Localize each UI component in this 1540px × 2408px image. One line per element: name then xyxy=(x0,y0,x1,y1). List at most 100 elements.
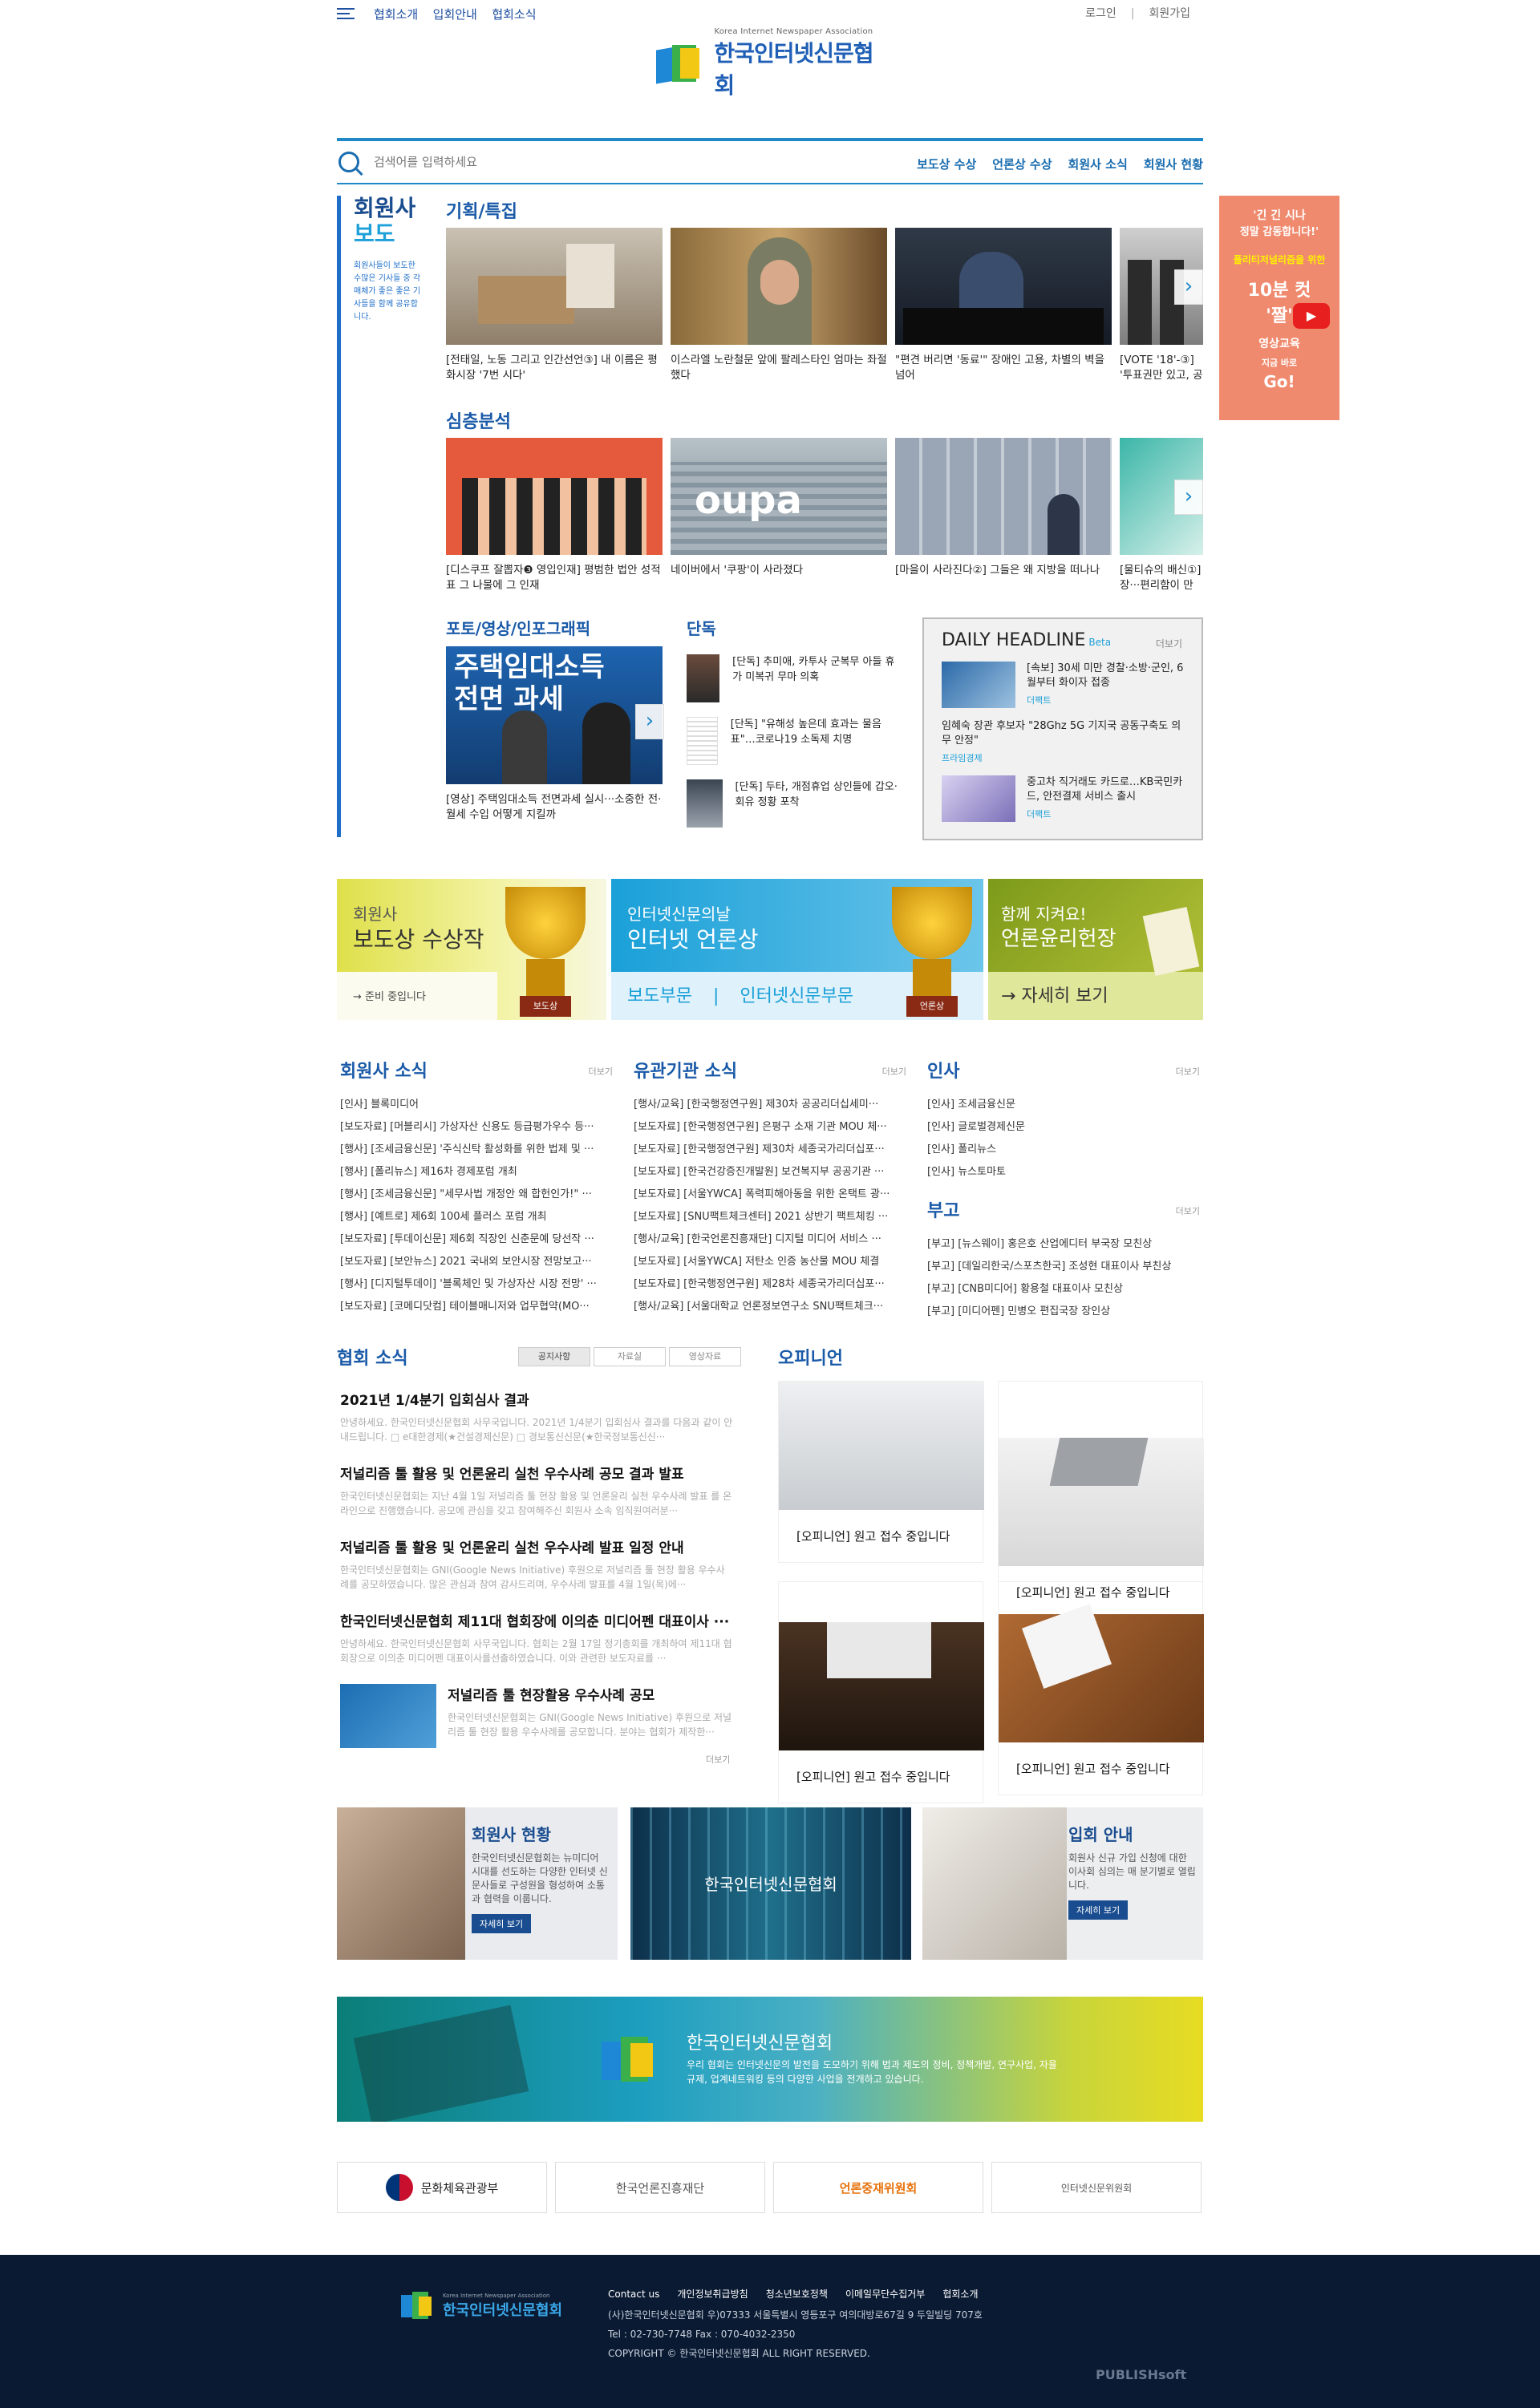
tab-library[interactable]: 자료실 xyxy=(594,1347,666,1366)
notice-item[interactable]: 저널리즘 툴 활용 및 언론윤리 실천 우수사례 발표 일정 안내 한국인터넷신문… xyxy=(340,1536,733,1610)
opinion-card[interactable]: [오피니언] 원고 접수 중입니다 xyxy=(998,1581,1204,1795)
agency-news-item[interactable]: [행사/교육] [한국행정연구원] 제30차 공공리더십세미··· xyxy=(634,1094,906,1116)
member-news-item[interactable]: [행사] [디지털투데이] '블록체인 및 가상자산 시장 전망' ··· xyxy=(340,1273,613,1296)
special-caption: [전태일, 노동 그리고 인간선언③] 내 이름은 평화시장 '7번 시다' xyxy=(446,354,658,382)
banner-sub-internet[interactable]: 인터넷신문부문 xyxy=(740,986,853,1006)
obituary-item[interactable]: [부고] [CNB미디어] 황용철 대표이사 모친상 xyxy=(927,1278,1200,1301)
banner-sub-press[interactable]: 보도부문 xyxy=(627,986,692,1006)
signup-link[interactable]: 회원가입 xyxy=(1149,7,1190,20)
exclusive-text: [단독] 추미애, 카투사 군복무 아들 휴가 미복귀 무마 의혹 xyxy=(732,656,895,683)
footer-contact[interactable]: Contact us xyxy=(608,2289,659,2300)
depth-card[interactable]: oupa 네이버에서 '쿠팡'이 사라졌다 xyxy=(671,438,887,595)
col-more[interactable]: 더보기 xyxy=(1176,1065,1200,1078)
personnel-item[interactable]: [인사] 폴리뉴스 xyxy=(927,1139,1200,1161)
quick-member-status[interactable]: 회원사 현황 xyxy=(1144,157,1203,172)
member-news-item[interactable]: [보도자료] [투데이신문] 제6회 직장인 신춘문예 당선작 ··· xyxy=(340,1228,613,1251)
quick-award[interactable]: 보도상 수상 xyxy=(917,157,976,172)
nav-about[interactable]: 협회소개 xyxy=(374,7,418,22)
logo-icon xyxy=(602,2037,666,2085)
agency-news-item[interactable]: [행사/교육] [한국언론진흥재단] 디지털 미디어 서비스 ··· xyxy=(634,1228,906,1251)
nav-news[interactable]: 협회소식 xyxy=(492,7,536,22)
member-news-item[interactable]: [행사] [폴리뉴스] 제16차 경제포럼 개최 xyxy=(340,1161,613,1184)
footer-privacy[interactable]: 개인정보취급방침 xyxy=(677,2289,748,2300)
special-card[interactable]: 이스라엘 노란철문 앞에 팔레스타인 엄마는 좌절했다 xyxy=(671,228,887,385)
agency-news-item[interactable]: [보도자료] [서울YWCA] 저탄소 인증 농산물 MOU 체결 xyxy=(634,1251,906,1273)
special-card[interactable]: "편견 버리면 '동료'" 장애인 고용, 차별의 벽을 넘어 xyxy=(895,228,1112,385)
member-news-item[interactable]: [보도자료] [머블리시] 가상자산 신용도 등급평가우수 등··· xyxy=(340,1116,613,1139)
special-card[interactable]: [VOTE '18'-③] '투표권만 있고, 공 xyxy=(1120,228,1203,385)
association-box[interactable]: 한국인터넷신문협회 xyxy=(630,1807,911,1960)
site-logo[interactable]: Korea Internet Newspaper Association 한국인터… xyxy=(656,27,889,99)
press-award-banner[interactable]: 인터넷신문의날 인터넷 언론상 보도부문 | 인터넷신문부문 언론상 xyxy=(611,879,983,1020)
next-arrow-icon[interactable]: › xyxy=(635,704,664,739)
tab-notice[interactable]: 공지사항 xyxy=(518,1347,590,1366)
agency-news-item[interactable]: [보도자료] [서울YWCA] 폭력피해아동을 위한 온택트 광··· xyxy=(634,1184,906,1206)
agency-news-item[interactable]: [행사/교육] [서울대학교 언론정보연구소 SNU팩트체크··· xyxy=(634,1296,906,1318)
partner-pac[interactable]: 언론중재위원회 xyxy=(773,2162,983,2213)
photo-card[interactable]: 주택임대소득 전면 과세 [영상] 주택임대소득 전면과세 실시···소중한 전… xyxy=(446,646,663,824)
agency-news-item[interactable]: [보도자료] [한국행정연구원] 은평구 소재 기관 MOU 체··· xyxy=(634,1116,906,1139)
special-caption: 이스라엘 노란철문 앞에 팔레스타인 엄마는 좌절했다 xyxy=(671,354,887,382)
agency-news-item[interactable]: [보도자료] [SNU팩트체크센터] 2021 상반기 팩트체킹 ··· xyxy=(634,1206,906,1228)
special-card[interactable]: [전태일, 노동 그리고 인간선언③] 내 이름은 평화시장 '7번 시다' xyxy=(446,228,663,385)
depth-card[interactable]: [디스쿠프 잘뽑자❸ 영입인재] 평범한 법안 성적표 그 나물에 그 인재 xyxy=(446,438,663,595)
depth-card[interactable]: [물티슈의 배신①] 장···편리함이 만든 xyxy=(1120,438,1203,595)
personnel-item[interactable]: [인사] 글로벌경제신문 xyxy=(927,1116,1200,1139)
exclusive-item[interactable]: [단독] 추미애, 카투사 군복무 아들 휴가 미복귀 무마 의혹 xyxy=(687,654,903,702)
side-ad[interactable]: '긴 긴 시나 정말 감동합니다!' 폴리티저널리즘을 위한 10분 컷 '짤'… xyxy=(1219,196,1339,420)
col-more[interactable]: 더보기 xyxy=(1176,1204,1200,1217)
exclusive-item[interactable]: [단독] "유해성 높은데 효과는 물음표"…코로나19 소독제 치명 xyxy=(687,717,903,765)
partner-mcst[interactable]: 문화체육관광부 xyxy=(337,2162,547,2213)
member-news-item[interactable]: [보도자료] [보안뉴스] 2021 국내외 보안시장 전망보고··· xyxy=(340,1251,613,1273)
col-more[interactable]: 더보기 xyxy=(882,1065,906,1078)
personnel-item[interactable]: [인사] 뉴스토마토 xyxy=(927,1161,1200,1184)
footer-youth[interactable]: 청소년보호정책 xyxy=(766,2289,828,2300)
next-arrow-icon[interactable]: › xyxy=(1174,480,1203,515)
next-arrow-icon[interactable]: › xyxy=(1174,269,1203,305)
member-news-item[interactable]: [행사] [조세금융신문] '주식신탁 활성화를 위한 법제 및 ··· xyxy=(340,1139,613,1161)
member-news-item[interactable]: [인사] 블록미디어 xyxy=(340,1094,613,1116)
member-news-item[interactable]: [행사] [예트로] 제6회 100세 플러스 포럼 개최 xyxy=(340,1206,613,1228)
daily-item[interactable]: 중고차 직거래도 카드로…KB국민카드, 안전결제 서비스 출시 더팩트 xyxy=(942,775,1184,822)
opinion-card[interactable]: [오피니언] 원고 접수 중입니다 xyxy=(778,1581,984,1803)
search-input[interactable] xyxy=(374,155,887,169)
col-more[interactable]: 더보기 xyxy=(589,1065,613,1078)
member-news-item[interactable]: [보도자료] [코메디닷컴] 테이블매니저와 업무협약(MO··· xyxy=(340,1296,613,1318)
member-status-button[interactable]: 자세히 보기 xyxy=(472,1914,532,1933)
notice-item[interactable]: 저널리즘 툴 활용 및 언론윤리 실천 우수사례 공모 결과 발표 한국인터넷신문… xyxy=(340,1463,733,1536)
award-banner[interactable]: 회원사 보도상 수상작 → 준비 중입니다 보도상 xyxy=(337,879,606,1020)
agency-news-item[interactable]: [보도자료] [한국행정연구원] 제28차 세종국가리더십포··· xyxy=(634,1273,906,1296)
agency-news-item[interactable]: [보도자료] [한국행정연구원] 제30차 세종국가리더십포··· xyxy=(634,1139,906,1161)
daily-item[interactable]: 임혜숙 장관 후보자 "28Ghz 5G 기지국 공동구축도 의무 안정" 프라임… xyxy=(942,719,1184,764)
personnel-item[interactable]: [인사] 조세금융신문 xyxy=(927,1094,1200,1116)
login-link[interactable]: 로그인 xyxy=(1085,7,1116,20)
quick-press-award[interactable]: 언론상 수상 xyxy=(992,157,1052,172)
member-news-item[interactable]: [행사] [조세금융신문] "세무사법 개정안 왜 합헌인가!" ··· xyxy=(340,1184,613,1206)
nav-join-guide[interactable]: 입회안내 xyxy=(433,7,477,22)
agency-news-item[interactable]: [보도자료] [한국건강증진개발원] 보건복지부 공공기관 ··· xyxy=(634,1161,906,1184)
search-icon[interactable] xyxy=(338,152,359,172)
footer-about[interactable]: 협회소개 xyxy=(942,2289,978,2300)
notice-more[interactable]: 더보기 xyxy=(706,1753,730,1766)
obituary-item[interactable]: [부고] [미디어펜] 민병오 편집국장 장인상 xyxy=(927,1301,1200,1323)
join-guide-button[interactable]: 자세히 보기 xyxy=(1068,1900,1129,1920)
menu-icon[interactable] xyxy=(337,8,355,19)
quick-member-news[interactable]: 회원사 소식 xyxy=(1068,157,1128,172)
daily-item[interactable]: [속보] 30세 미만 경찰·소방·군인, 6월부터 화이자 접종 더팩트 xyxy=(942,662,1184,708)
notice-item[interactable]: 한국인터넷신문협회 제11대 협회장에 이의춘 미디어펜 대표이사 ··· 안녕하… xyxy=(340,1610,733,1684)
tab-video[interactable]: 영상자료 xyxy=(669,1347,741,1366)
obituary-item[interactable]: [부고] [뉴스웨이] 홍은호 산업에디터 부국장 모친상 xyxy=(927,1233,1200,1256)
special-image xyxy=(446,228,663,345)
daily-more[interactable]: 더보기 xyxy=(1156,637,1182,650)
exclusive-item[interactable]: [단독] 두타, 개점휴업 상인들에 갑오·회유 정황 포착 xyxy=(687,779,903,828)
opinion-card[interactable]: [오피니언] 원고 접수 중입니다 xyxy=(778,1381,984,1563)
footer-logo[interactable]: Korea Internet Newspaper Association 한국인터… xyxy=(401,2292,562,2321)
footer-email[interactable]: 이메일무단수집거부 xyxy=(845,2289,925,2300)
partner-inc[interactable]: 인터넷신문위원회 xyxy=(991,2162,1202,2213)
ethics-banner[interactable]: 함께 지켜요! 언론윤리헌장 → 자세히 보기 xyxy=(988,879,1203,1020)
notice-item[interactable]: 저널리즘 툴 현장활용 우수사례 공모 한국인터넷신문협회는 GNI(Google… xyxy=(340,1684,733,1753)
obituary-item[interactable]: [부고] [데일리한국/스포츠한국] 조성현 대표이사 부친상 xyxy=(927,1256,1200,1278)
notice-item[interactable]: 2021년 1/4분기 입회심사 결과 안녕하세요. 한국인터넷신문협회 사무국입… xyxy=(340,1389,733,1463)
depth-card[interactable]: [마을이 사라진다②] 그들은 왜 지방을 떠나나 xyxy=(895,438,1112,595)
partner-kpf[interactable]: 한국언론진흥재단 xyxy=(555,2162,765,2213)
